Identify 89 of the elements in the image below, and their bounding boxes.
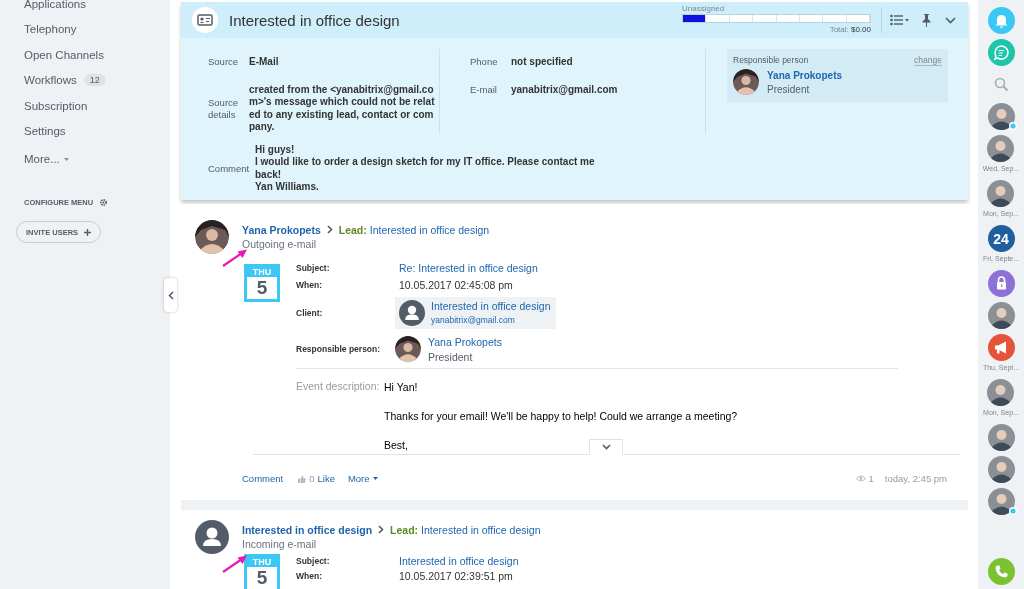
menu-item[interactable]: Workflows	[24, 74, 77, 87]
caret-icon	[372, 477, 378, 480]
plus-icon	[84, 228, 92, 236]
field-value: created from the <yanabitrix@gmail.com>'s message which could not be related to any existing lead, contact or company.	[249, 83, 436, 134]
client-email: yanabitrix@gmail.com	[431, 315, 516, 325]
avatar[interactable]	[987, 424, 1015, 451]
menu-item[interactable]: Subscription	[24, 99, 88, 112]
thumbs-up-icon	[298, 474, 307, 483]
comment-text: Hi guys! I would like to order a design sketch for my IT office. Please contact me back! Yan Williams.	[255, 143, 596, 194]
lead-link[interactable]: Lead: Interested in office design	[338, 223, 490, 236]
comment-link[interactable]: Comment	[242, 473, 284, 484]
notification-badge[interactable]: 24	[987, 225, 1015, 252]
avatar	[733, 69, 759, 95]
list-icon	[890, 14, 910, 26]
field-label: Subject:	[296, 556, 331, 566]
avatar[interactable]	[987, 379, 1015, 406]
activity-type: Incoming e-mail	[242, 537, 318, 550]
description-text: Hi Yan!	[384, 379, 418, 394]
field-label: Client:	[296, 307, 324, 318]
card-icon	[192, 7, 218, 33]
like-link[interactable]: Like	[317, 473, 335, 484]
author-link[interactable]: Yana Prokopets	[242, 223, 321, 236]
collapse-handle[interactable]	[164, 278, 177, 312]
field-value: 10.05.2017 02:39:51 pm	[398, 570, 514, 582]
field-label: Phone	[470, 56, 499, 69]
client-name-link[interactable]: Interested in office design	[431, 300, 551, 312]
megaphone-icon[interactable]	[987, 334, 1015, 361]
avatar[interactable]	[987, 302, 1015, 329]
avatar[interactable]	[987, 456, 1015, 483]
calendar-date-icon: THU 5	[244, 263, 280, 302]
field-label: Comment	[208, 162, 251, 175]
lock-icon[interactable]	[987, 270, 1015, 297]
person-name-link[interactable]: Yana Prokopets	[767, 69, 843, 81]
avatar[interactable]	[987, 488, 1015, 515]
calendar-date-icon: THU 5	[244, 553, 280, 589]
field-label: Responsible person:	[296, 343, 382, 354]
menu-item[interactable]: Open Channels	[24, 48, 104, 61]
menu-item[interactable]: Settings	[24, 125, 66, 138]
settings-icon	[99, 198, 109, 207]
chevron-right-icon	[326, 225, 333, 234]
menu-item[interactable]: Telephony	[24, 23, 77, 36]
subject-link[interactable]: Re: Interested in office design	[395, 262, 898, 274]
avatar[interactable]	[987, 180, 1015, 207]
total-amount: Total: $0.00	[829, 25, 871, 34]
subject-link[interactable]: Interested in office design	[395, 555, 898, 567]
description-text: Thanks for your email! We'll be happy to help! Could we arrange a meeting?	[384, 408, 738, 423]
field-label: E-mail	[470, 83, 498, 96]
pin-icon	[922, 13, 931, 27]
counter-badge: 12	[83, 74, 106, 87]
panel-heading: Responsible person	[733, 55, 809, 66]
pointer-arrow	[221, 553, 249, 574]
person-position: President	[767, 83, 811, 95]
field-value: yanabitrix@gmail.com	[511, 83, 618, 96]
eye-icon	[855, 475, 866, 482]
field-label: Subject:	[296, 263, 331, 273]
chevron-down-icon	[945, 16, 956, 24]
stage-bar[interactable]	[682, 14, 871, 23]
avatar	[395, 336, 421, 362]
menu-item[interactable]: Applications	[24, 0, 86, 10]
field-label: Source details	[208, 96, 240, 121]
field-label: Source	[208, 56, 240, 69]
field-label: When:	[296, 280, 323, 290]
lead-link[interactable]: Lead: Interested in office design	[390, 523, 541, 536]
activity-type: Outgoing e-mail	[242, 237, 318, 250]
person-position: President	[428, 350, 474, 363]
avatar[interactable]	[987, 135, 1015, 162]
chevron-down-icon	[601, 444, 611, 450]
field-value: 10.05.2017 02:45:08 pm	[398, 279, 514, 291]
field-value: E-Mail	[249, 56, 279, 69]
card-title: Interested in office design	[229, 11, 401, 29]
more-menu-item[interactable]: More...	[24, 153, 60, 165]
avatar-icon	[399, 299, 425, 326]
caret-icon	[63, 157, 69, 161]
view-count: 1	[868, 473, 874, 484]
field-value: not specified	[511, 56, 573, 69]
person-name-link[interactable]: Yana Prokopets	[428, 335, 502, 348]
author-link[interactable]: Interested in office design	[242, 523, 373, 536]
expand-button[interactable]	[589, 438, 623, 455]
stage-label: Unassigned	[682, 4, 726, 13]
client-card[interactable]: Interested in office design yanabitrix@gmail.com	[395, 296, 557, 329]
chevron-right-icon	[378, 525, 385, 534]
field-label: Event description:	[296, 379, 381, 394]
description-text: Best,	[384, 437, 408, 452]
avatar[interactable]	[987, 103, 1015, 130]
field-label: When:	[296, 571, 323, 581]
change-link[interactable]: change	[914, 55, 942, 66]
more-link[interactable]: More	[347, 473, 370, 484]
timestamp: today, 2:45 pm	[884, 473, 947, 484]
like-count: 0	[309, 473, 315, 484]
